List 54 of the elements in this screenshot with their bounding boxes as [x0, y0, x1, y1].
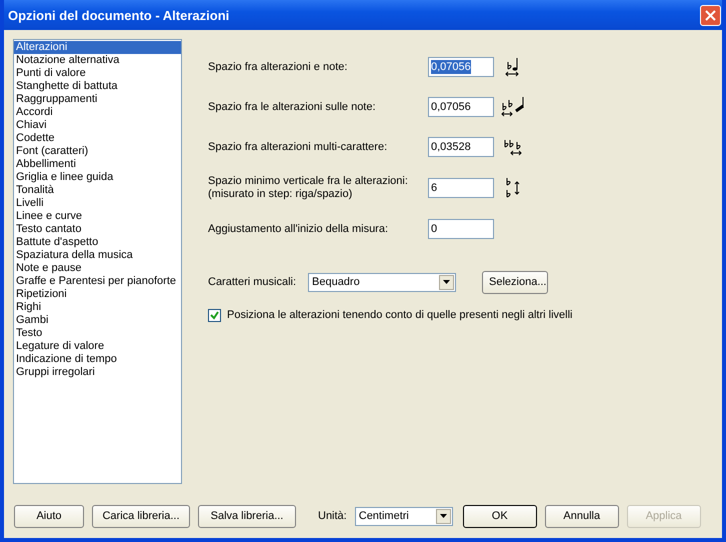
list-item[interactable]: Font (caratteri): [14, 145, 181, 158]
field-label: Spazio fra le alterazioni sulle note:: [208, 100, 377, 114]
list-item[interactable]: Battute d'aspetto: [14, 236, 181, 249]
list-item[interactable]: Raggruppamenti: [14, 93, 181, 106]
list-item[interactable]: Spaziatura della musica: [14, 249, 181, 262]
list-item[interactable]: Livelli: [14, 197, 181, 210]
list-item[interactable]: Indicazione di tempo: [14, 353, 181, 366]
list-item[interactable]: Tonalità: [14, 184, 181, 197]
caret-icon: [440, 514, 447, 518]
unit-label: Unità:: [318, 510, 347, 522]
checkbox-label: Posiziona le alterazioni tenendo conto di quelle presenti negli altri livelli: [227, 309, 572, 321]
input-field[interactable]: 6: [428, 178, 494, 198]
input-field[interactable]: 0,07056: [428, 57, 494, 77]
checkbox[interactable]: [208, 308, 221, 322]
select-button[interactable]: Seleziona...: [482, 270, 548, 294]
field-label: Spazio minimo verticale fra le alterazioni: (misurato in step: riga/spazio): [208, 175, 409, 201]
input-field[interactable]: 0,07056: [428, 97, 494, 117]
dialog-button[interactable]: Annulla: [544, 504, 619, 528]
list-item[interactable]: Linee e curve: [14, 210, 181, 223]
list-item[interactable]: Punti di valore: [14, 67, 181, 80]
list-item[interactable]: Chiavi: [14, 119, 181, 132]
font-dropdown[interactable]: Bequadro: [308, 272, 456, 292]
footer-button[interactable]: Carica libreria...: [92, 504, 190, 528]
close-button[interactable]: [700, 4, 721, 26]
list-item[interactable]: Graffe e Parentesi per pianoforte: [14, 275, 181, 288]
flats-note-icon: [501, 97, 527, 117]
field-label: Spazio fra alterazioni multi-carattere:: [208, 140, 388, 154]
field-label: Caratteri musicali:: [208, 276, 298, 288]
list-item[interactable]: Testo: [14, 327, 181, 340]
dialog-button[interactable]: OK: [462, 504, 537, 528]
list-item[interactable]: Righi: [14, 301, 181, 314]
list-item[interactable]: Notazione alternativa: [14, 54, 181, 67]
input-field[interactable]: 0,03528: [428, 137, 494, 157]
footer-button[interactable]: Aiuto: [14, 504, 84, 528]
unit-dropdown[interactable]: Centimetri: [354, 506, 453, 526]
caret-icon: [443, 280, 450, 284]
footer-button[interactable]: Salva libreria...: [198, 504, 296, 528]
list-item[interactable]: Abbellimenti: [14, 158, 181, 171]
list-item[interactable]: Accordi: [14, 106, 181, 119]
list-item[interactable]: Gruppi irregolari: [14, 366, 181, 379]
close-icon: [705, 10, 716, 20]
list-item[interactable]: Griglia e linee guida: [14, 171, 181, 184]
list-item[interactable]: Testo cantato: [14, 223, 181, 236]
list-item[interactable]: Note e pause: [14, 262, 181, 275]
window-title: Opzioni del documento - Alterazioni: [7, 8, 230, 22]
list-item[interactable]: Stanghette di battuta: [14, 80, 181, 93]
list-item[interactable]: Codette: [14, 132, 181, 145]
list-item[interactable]: Alterazioni: [14, 41, 181, 54]
field-label: Aggiustamento all'inizio della misura:: [208, 222, 390, 236]
list-item[interactable]: Ripetizioni: [14, 288, 181, 301]
list-item[interactable]: Gambi: [14, 314, 181, 327]
field-label: Spazio fra alterazioni e note:: [208, 60, 348, 74]
input-field[interactable]: 0: [428, 219, 494, 239]
list-item[interactable]: Legature di valore: [14, 340, 181, 353]
